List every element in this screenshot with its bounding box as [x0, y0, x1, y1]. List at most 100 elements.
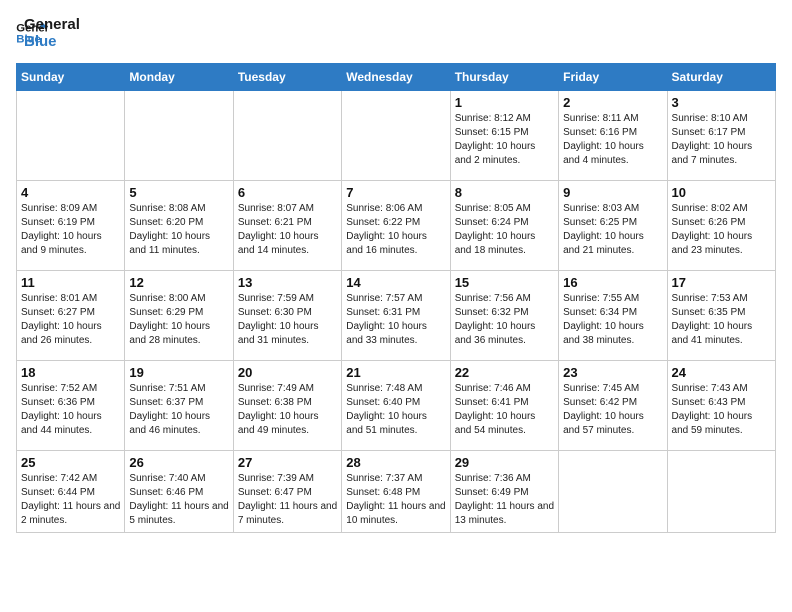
- day-number: 9: [563, 185, 662, 200]
- day-number: 10: [672, 185, 771, 200]
- page-header: General Blue General Blue: [16, 16, 776, 51]
- day-info: Sunrise: 8:02 AM Sunset: 6:26 PM Dayligh…: [672, 202, 771, 258]
- day-number: 19: [129, 365, 228, 380]
- calendar-week-row: 25Sunrise: 7:42 AM Sunset: 6:44 PM Dayli…: [17, 450, 776, 532]
- weekday-header-cell: Tuesday: [233, 63, 341, 90]
- day-info: Sunrise: 7:56 AM Sunset: 6:32 PM Dayligh…: [455, 292, 554, 348]
- day-number: 27: [238, 455, 337, 470]
- day-number: 3: [672, 95, 771, 110]
- weekday-header-cell: Monday: [125, 63, 233, 90]
- day-info: Sunrise: 7:37 AM Sunset: 6:48 PM Dayligh…: [346, 472, 445, 528]
- calendar-cell: [17, 90, 125, 180]
- weekday-header-cell: Thursday: [450, 63, 558, 90]
- calendar-cell: [125, 90, 233, 180]
- calendar-cell: 12 Sunrise: 8:00 AM Sunset: 6:29 PM Dayli…: [125, 270, 233, 360]
- day-info: Sunrise: 7:36 AM Sunset: 6:49 PM Dayligh…: [455, 472, 554, 528]
- weekday-header-row: SundayMondayTuesdayWednesdayThursdayFrid…: [17, 63, 776, 90]
- weekday-header-cell: Saturday: [667, 63, 775, 90]
- calendar-cell: 16 Sunrise: 7:55 AM Sunset: 6:34 PM Dayli…: [559, 270, 667, 360]
- day-number: 12: [129, 275, 228, 290]
- calendar-cell: 15 Sunrise: 7:56 AM Sunset: 6:32 PM Dayli…: [450, 270, 558, 360]
- calendar-cell: 9 Sunrise: 8:03 AM Sunset: 6:25 PM Daylig…: [559, 180, 667, 270]
- day-number: 6: [238, 185, 337, 200]
- calendar-cell: 13Sunrise: 7:59 AM Sunset: 6:30 PM Dayli…: [233, 270, 341, 360]
- calendar-cell: 5 Sunrise: 8:08 AM Sunset: 6:20 PM Daylig…: [125, 180, 233, 270]
- calendar-cell: [667, 450, 775, 532]
- calendar-cell: 21 Sunrise: 7:48 AM Sunset: 6:40 PM Dayli…: [342, 360, 450, 450]
- day-info: Sunrise: 8:06 AM Sunset: 6:22 PM Dayligh…: [346, 202, 445, 258]
- calendar-cell: 26 Sunrise: 7:40 AM Sunset: 6:46 PM Dayli…: [125, 450, 233, 532]
- day-info: Sunrise: 8:08 AM Sunset: 6:20 PM Dayligh…: [129, 202, 228, 258]
- day-number: 2: [563, 95, 662, 110]
- calendar-cell: 23 Sunrise: 7:45 AM Sunset: 6:42 PM Dayli…: [559, 360, 667, 450]
- day-info: Sunrise: 7:45 AM Sunset: 6:42 PM Dayligh…: [563, 382, 662, 438]
- day-number: 23: [563, 365, 662, 380]
- day-info: Sunrise: 7:48 AM Sunset: 6:40 PM Dayligh…: [346, 382, 445, 438]
- calendar-cell: [233, 90, 341, 180]
- day-info: Sunrise: 7:55 AM Sunset: 6:34 PM Dayligh…: [563, 292, 662, 348]
- day-number: 16: [563, 275, 662, 290]
- day-info: Sunrise: 8:00 AM Sunset: 6:29 PM Dayligh…: [129, 292, 228, 348]
- day-number: 17: [672, 275, 771, 290]
- calendar-cell: 19 Sunrise: 7:51 AM Sunset: 6:37 PM Dayli…: [125, 360, 233, 450]
- calendar-cell: 18 Sunrise: 7:52 AM Sunset: 6:36 PM Dayli…: [17, 360, 125, 450]
- day-info: Sunrise: 7:49 AM Sunset: 6:38 PM Dayligh…: [238, 382, 337, 438]
- logo-blue: Blue: [24, 33, 80, 50]
- weekday-header-cell: Friday: [559, 63, 667, 90]
- day-number: 18: [21, 365, 120, 380]
- day-info: Sunrise: 7:43 AM Sunset: 6:43 PM Dayligh…: [672, 382, 771, 438]
- day-info: Sunrise: 8:07 AM Sunset: 6:21 PM Dayligh…: [238, 202, 337, 258]
- calendar-cell: [342, 90, 450, 180]
- calendar-cell: 11 Sunrise: 8:01 AM Sunset: 6:27 PM Dayli…: [17, 270, 125, 360]
- day-number: 21: [346, 365, 445, 380]
- day-info: Sunrise: 7:51 AM Sunset: 6:37 PM Dayligh…: [129, 382, 228, 438]
- calendar-cell: 14Sunrise: 7:57 AM Sunset: 6:31 PM Dayli…: [342, 270, 450, 360]
- calendar-cell: 22 Sunrise: 7:46 AM Sunset: 6:41 PM Dayli…: [450, 360, 558, 450]
- calendar-cell: 24 Sunrise: 7:43 AM Sunset: 6:43 PM Dayli…: [667, 360, 775, 450]
- day-number: 22: [455, 365, 554, 380]
- calendar-cell: 3 Sunrise: 8:10 AM Sunset: 6:17 PM Daylig…: [667, 90, 775, 180]
- day-number: 4: [21, 185, 120, 200]
- calendar-cell: 8 Sunrise: 8:05 AM Sunset: 6:24 PM Daylig…: [450, 180, 558, 270]
- day-number: 1: [455, 95, 554, 110]
- calendar-week-row: 1Sunrise: 8:12 AM Sunset: 6:15 PM Daylig…: [17, 90, 776, 180]
- calendar-cell: 17 Sunrise: 7:53 AM Sunset: 6:35 PM Dayli…: [667, 270, 775, 360]
- day-number: 15: [455, 275, 554, 290]
- calendar-week-row: 18 Sunrise: 7:52 AM Sunset: 6:36 PM Dayli…: [17, 360, 776, 450]
- day-info: Sunrise: 8:10 AM Sunset: 6:17 PM Dayligh…: [672, 112, 771, 168]
- day-info: Sunrise: 7:40 AM Sunset: 6:46 PM Dayligh…: [129, 472, 228, 528]
- calendar-cell: 6 Sunrise: 8:07 AM Sunset: 6:21 PM Daylig…: [233, 180, 341, 270]
- calendar-week-row: 11 Sunrise: 8:01 AM Sunset: 6:27 PM Dayli…: [17, 270, 776, 360]
- day-number: 26: [129, 455, 228, 470]
- day-number: 7: [346, 185, 445, 200]
- calendar-cell: 27 Sunrise: 7:39 AM Sunset: 6:47 PM Dayli…: [233, 450, 341, 532]
- day-info: Sunrise: 8:01 AM Sunset: 6:27 PM Dayligh…: [21, 292, 120, 348]
- logo-general: General: [24, 16, 80, 33]
- day-info: Sunrise: 8:05 AM Sunset: 6:24 PM Dayligh…: [455, 202, 554, 258]
- calendar-cell: 10 Sunrise: 8:02 AM Sunset: 6:26 PM Dayli…: [667, 180, 775, 270]
- calendar-cell: 4 Sunrise: 8:09 AM Sunset: 6:19 PM Daylig…: [17, 180, 125, 270]
- day-number: 24: [672, 365, 771, 380]
- day-number: 25: [21, 455, 120, 470]
- day-info: Sunrise: 7:52 AM Sunset: 6:36 PM Dayligh…: [21, 382, 120, 438]
- day-number: 5: [129, 185, 228, 200]
- logo: General Blue General Blue: [16, 16, 80, 51]
- day-info: Sunrise: 8:09 AM Sunset: 6:19 PM Dayligh…: [21, 202, 120, 258]
- day-number: 28: [346, 455, 445, 470]
- day-number: 20: [238, 365, 337, 380]
- calendar-cell: 1Sunrise: 8:12 AM Sunset: 6:15 PM Daylig…: [450, 90, 558, 180]
- day-info: Sunrise: 7:53 AM Sunset: 6:35 PM Dayligh…: [672, 292, 771, 348]
- weekday-header-cell: Sunday: [17, 63, 125, 90]
- calendar-body: 1Sunrise: 8:12 AM Sunset: 6:15 PM Daylig…: [17, 90, 776, 532]
- day-info: Sunrise: 7:39 AM Sunset: 6:47 PM Dayligh…: [238, 472, 337, 528]
- calendar-week-row: 4 Sunrise: 8:09 AM Sunset: 6:19 PM Daylig…: [17, 180, 776, 270]
- day-info: Sunrise: 7:46 AM Sunset: 6:41 PM Dayligh…: [455, 382, 554, 438]
- day-number: 11: [21, 275, 120, 290]
- day-info: Sunrise: 8:03 AM Sunset: 6:25 PM Dayligh…: [563, 202, 662, 258]
- calendar-cell: [559, 450, 667, 532]
- calendar-cell: 20 Sunrise: 7:49 AM Sunset: 6:38 PM Dayli…: [233, 360, 341, 450]
- calendar-cell: 7 Sunrise: 8:06 AM Sunset: 6:22 PM Daylig…: [342, 180, 450, 270]
- day-number: 8: [455, 185, 554, 200]
- day-number: 13: [238, 275, 337, 290]
- weekday-header-cell: Wednesday: [342, 63, 450, 90]
